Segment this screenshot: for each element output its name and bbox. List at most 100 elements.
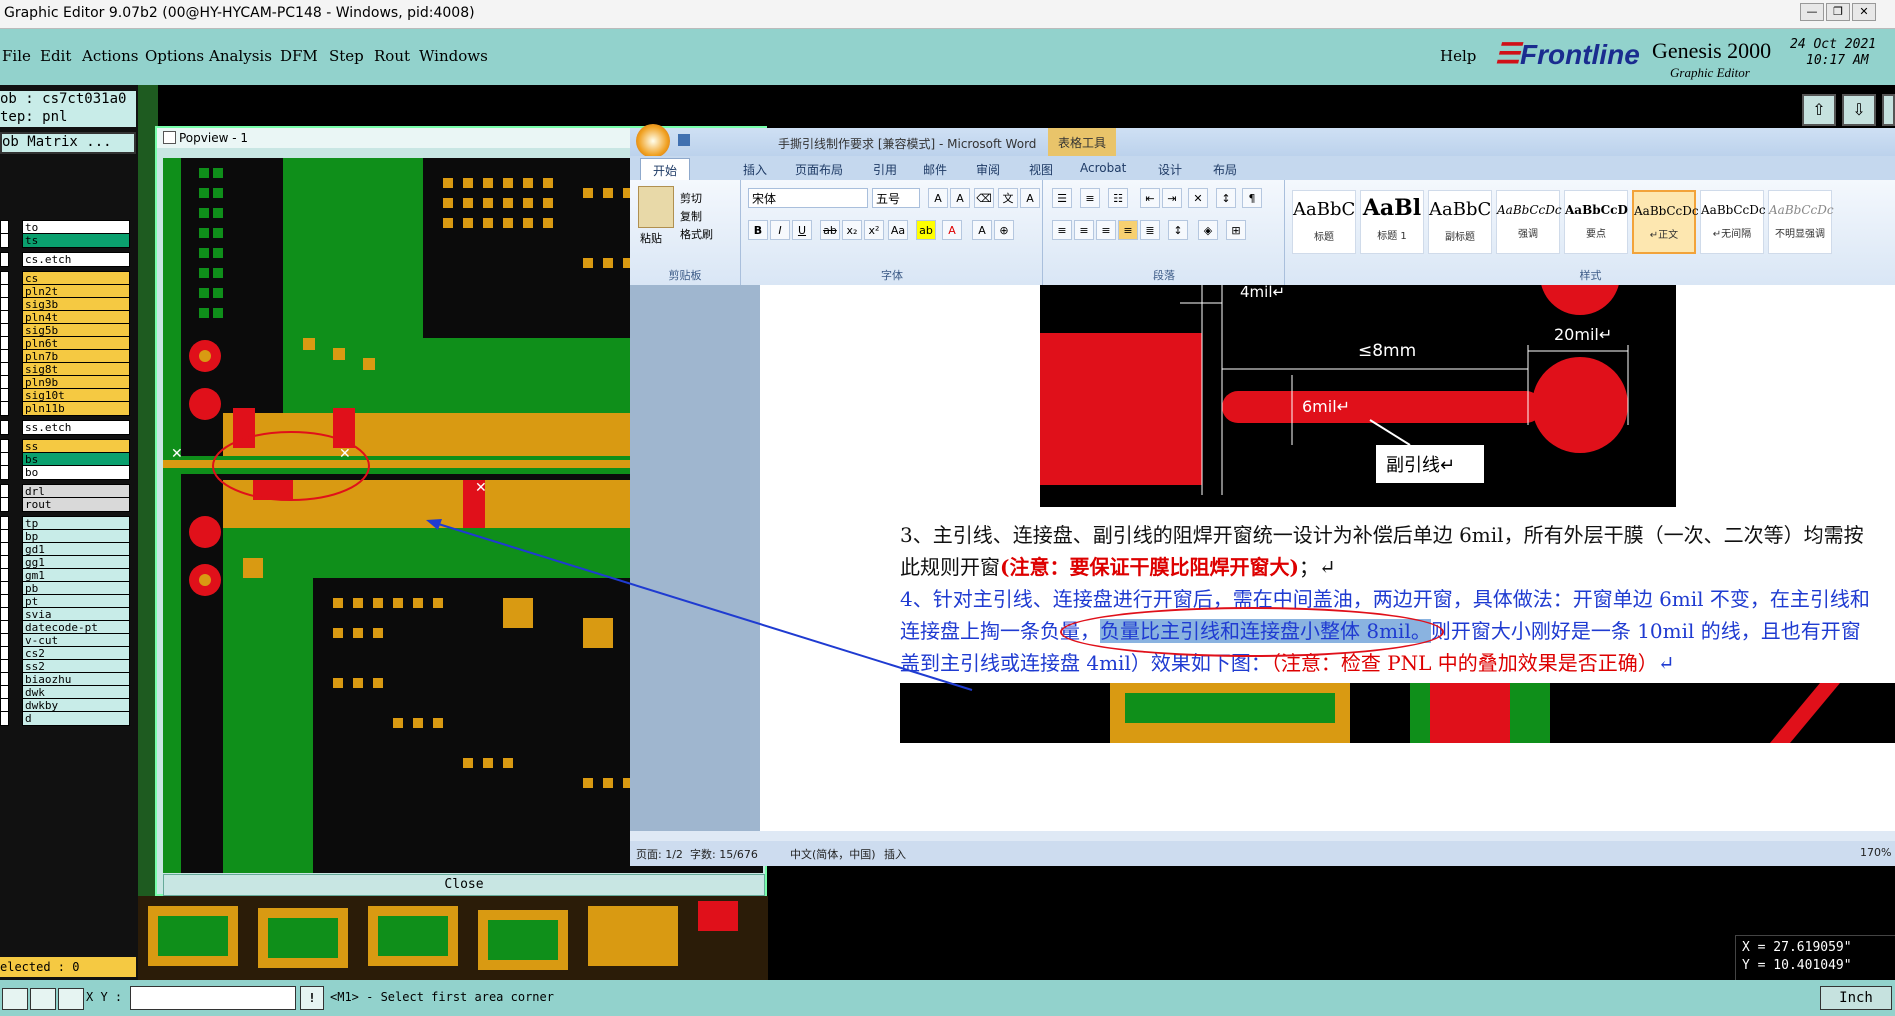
restore-button[interactable]: ❐ (1826, 3, 1850, 21)
superscript-icon[interactable]: x² (864, 220, 884, 240)
style-subtle-emphasis[interactable]: AaBbCcDc 不明显强调 (1768, 190, 1834, 254)
subscript-icon[interactable]: x₂ (842, 220, 862, 240)
xy-input[interactable] (130, 986, 296, 1010)
layer-item-ss-etch[interactable]: ss.etch (22, 420, 130, 435)
align-right-icon[interactable]: ≡ (1096, 220, 1116, 240)
multilevel-list-icon[interactable]: ☷ (1108, 188, 1128, 208)
layer-select-box[interactable] (0, 401, 9, 416)
status-language[interactable]: 中文(简体，中国) (790, 846, 876, 862)
shrink-font-icon[interactable]: A (950, 188, 970, 208)
bold-icon[interactable]: B (748, 220, 768, 240)
menu-rout[interactable]: Rout (374, 47, 410, 65)
save-icon[interactable] (678, 134, 690, 146)
style-emphasis[interactable]: AaBbCcDc 强调 (1496, 190, 1562, 254)
borders-icon[interactable]: ⊞ (1226, 220, 1246, 240)
grid-icon[interactable] (58, 988, 84, 1010)
tab-mailings[interactable]: 邮件 (923, 161, 947, 178)
status-page[interactable]: 页面: 1/2 (636, 846, 683, 862)
job-matrix-button[interactable]: ob Matrix ... (0, 132, 136, 154)
tab-page-layout[interactable]: 页面布局 (795, 161, 843, 178)
menu-step[interactable]: Step (329, 47, 364, 65)
upload-icon[interactable]: ⇧ (1802, 94, 1836, 126)
style-title[interactable]: AaBbC 标题 (1292, 190, 1356, 254)
copy-button[interactable]: 复制 (680, 208, 702, 224)
units-toggle[interactable]: Inch (1820, 986, 1892, 1010)
style-normal[interactable]: AaBbCcDc ↵正文 (1632, 190, 1699, 254)
phonetic-icon[interactable]: 文 (998, 188, 1018, 208)
style-strong[interactable]: AaBbCcD 要点 (1564, 190, 1628, 254)
strikethrough-icon[interactable]: ab (820, 220, 840, 240)
font-color-icon[interactable]: A (942, 220, 962, 240)
tab-references[interactable]: 引用 (873, 161, 897, 178)
layer-item-pln11b[interactable]: pln11b (22, 401, 130, 416)
increase-indent-icon[interactable]: ⇥ (1162, 188, 1182, 208)
style-no-spacing[interactable]: AaBbCcDc ↵无间隔 (1700, 190, 1766, 254)
tab-design[interactable]: 设计 (1158, 161, 1182, 178)
menu-windows[interactable]: Windows (419, 47, 488, 65)
layer-item-rout[interactable]: rout (22, 497, 130, 512)
tab-insert[interactable]: 插入 (743, 161, 767, 178)
popview-close-button[interactable]: Close (163, 874, 765, 896)
layer-item-ts[interactable]: ts (22, 233, 130, 248)
menu-actions[interactable]: Actions (82, 47, 138, 65)
font-size-select[interactable]: 五号 (872, 188, 920, 208)
minimize-button[interactable]: — (1800, 3, 1824, 21)
italic-icon[interactable]: I (770, 220, 790, 240)
table-tools-tab[interactable]: 表格工具 (1048, 128, 1117, 156)
layer-select-box[interactable] (0, 465, 9, 480)
shading-icon[interactable]: ◈ (1198, 220, 1218, 240)
enclose-char-icon[interactable]: ⊕ (994, 220, 1014, 240)
format-painter-button[interactable]: 格式刷 (680, 226, 713, 242)
justify-icon[interactable]: ≡ (1118, 220, 1138, 240)
highlight-icon[interactable]: ab (916, 220, 936, 240)
info-icon[interactable]: ! (300, 986, 324, 1010)
home-icon[interactable] (1882, 94, 1895, 126)
asian-layout-icon[interactable]: ✕ (1188, 188, 1208, 208)
menu-edit[interactable]: Edit (40, 47, 71, 65)
decrease-indent-icon[interactable]: ⇤ (1140, 188, 1160, 208)
layer-select-box[interactable] (0, 497, 9, 512)
office-button[interactable] (636, 124, 670, 158)
status-zoom[interactable]: 170% (1860, 846, 1891, 859)
change-case-icon[interactable]: Aa (888, 220, 908, 240)
measure-icon[interactable] (30, 988, 56, 1010)
status-words[interactable]: 字数: 15/676 (690, 846, 758, 862)
underline-icon[interactable]: U (792, 220, 812, 240)
clear-format-icon[interactable]: ⌫ (974, 188, 994, 208)
menu-analysis[interactable]: Analysis (209, 47, 272, 65)
menu-options[interactable]: Options (145, 47, 204, 65)
sort-icon[interactable]: ↕ (1216, 188, 1236, 208)
tab-view[interactable]: 视图 (1029, 161, 1053, 178)
help-menu[interactable]: Help (1440, 47, 1476, 65)
menu-file[interactable]: File (2, 47, 31, 65)
document-page[interactable]: 4mil↵ ≤8mm 20mil↵ 6mil↵ 副引线↵ 3、主引线、连接盘、副… (760, 235, 1895, 831)
close-window-button[interactable]: ✕ (1852, 3, 1876, 21)
layer-item-cs-etch[interactable]: cs.etch (22, 252, 130, 267)
layer-item-bo[interactable]: bo (22, 465, 130, 480)
show-marks-icon[interactable]: ¶ (1242, 188, 1262, 208)
char-shading-icon[interactable]: A (972, 220, 992, 240)
tab-acrobat[interactable]: Acrobat (1080, 161, 1126, 175)
line-spacing-icon[interactable]: ↕ (1168, 220, 1188, 240)
grow-font-icon[interactable]: A (928, 188, 948, 208)
tab-home[interactable]: 开始 (640, 158, 691, 182)
layer-select-box[interactable] (0, 711, 9, 726)
align-center-icon[interactable]: ≡ (1074, 220, 1094, 240)
distributed-icon[interactable]: ≣ (1140, 220, 1160, 240)
style-heading1[interactable]: AaBl 标题 1 (1360, 190, 1424, 254)
layer-item-d[interactable]: d (22, 711, 130, 726)
bullets-icon[interactable]: ☰ (1052, 188, 1072, 208)
style-subtitle[interactable]: AaBbC 副标题 (1428, 190, 1492, 254)
layer-select-box[interactable] (0, 233, 9, 248)
char-border-icon[interactable]: A (1020, 188, 1040, 208)
zoom-icon[interactable] (2, 988, 28, 1010)
layer-select-box[interactable] (0, 252, 9, 267)
download-icon[interactable]: ⇩ (1842, 94, 1876, 126)
menu-dfm[interactable]: DFM (280, 47, 318, 65)
layer-select-box[interactable] (0, 420, 9, 435)
align-left-icon[interactable]: ≡ (1052, 220, 1072, 240)
cut-button[interactable]: 剪切 (680, 190, 702, 206)
tab-review[interactable]: 审阅 (976, 161, 1000, 178)
tab-layout[interactable]: 布局 (1213, 161, 1237, 178)
font-name-select[interactable]: 宋体 (748, 188, 868, 208)
